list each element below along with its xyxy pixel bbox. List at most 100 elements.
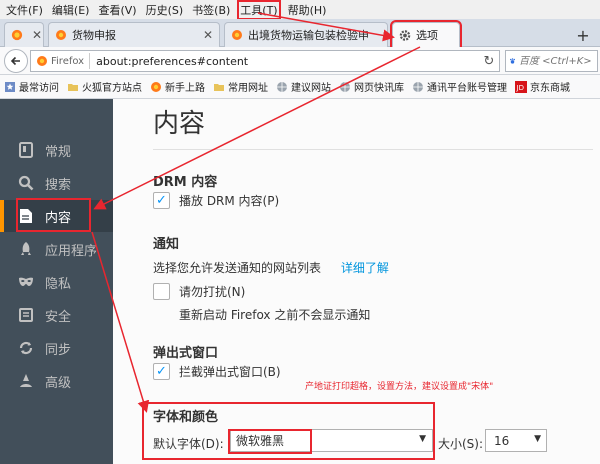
sidebar-item-general[interactable]: 常规 [0, 134, 113, 166]
tab-strip: ✕ 货物申报 ✕ 出境货物运输包装检验申 选项 + [0, 19, 600, 49]
drm-section-title: DRM 内容 [153, 175, 218, 190]
block-popups-checkbox[interactable]: ✓ [153, 363, 170, 380]
bookmark-label: 建议网站 [291, 83, 331, 94]
bookmark-jd[interactable]: JD 京东商城 [515, 79, 570, 94]
bookmark-label: 常用网址 [228, 83, 268, 94]
drm-checkbox[interactable]: ✓ [153, 192, 170, 209]
tab-label: 出境货物运输包装检验申 [248, 29, 369, 42]
do-not-disturb-label[interactable]: 请勿打扰(N) [179, 283, 245, 300]
security-icon [18, 307, 34, 323]
bookmark-web-slice[interactable]: 网页快讯库 [339, 79, 404, 94]
gear-icon [399, 29, 411, 41]
popups-section-title: 弹出式窗口 [153, 346, 219, 361]
tab-cargo-declaration[interactable]: 货物申报 ✕ [48, 22, 220, 47]
annotation-box-content-item [16, 198, 91, 232]
bookmark-label: 最常访问 [19, 83, 59, 94]
font-size-select[interactable]: 16 ▼ [485, 429, 547, 452]
annotation-note: 产地证打印超格，设置方法，建议设置成"宋体" [305, 382, 494, 392]
firefox-logo-icon [11, 29, 23, 41]
sidebar-item-label: 常规 [45, 144, 72, 160]
bookmark-label: 新手上路 [165, 83, 205, 94]
sidebar-item-privacy[interactable]: 隐私 [0, 266, 113, 298]
bookmark-account-management[interactable]: 通讯平台账号管理 [412, 79, 507, 94]
bookmark-firefox-official[interactable]: 火狐官方站点 [67, 79, 142, 94]
drm-checkbox-label[interactable]: 播放 DRM 内容(P) [179, 192, 279, 209]
svg-text:JD: JD [516, 84, 524, 92]
bookmark-most-visited[interactable]: 最常访问 [4, 79, 59, 94]
notifications-description-text: 选择您允许发送通知的网站列表 [153, 261, 322, 275]
sidebar-item-applications[interactable]: 应用程序 [0, 233, 113, 265]
tab-label: 选项 [416, 29, 438, 42]
menu-bookmarks[interactable]: 书签(B) [192, 2, 230, 18]
font-size-label: 大小(S): [438, 437, 484, 451]
reload-icon[interactable]: ↻ [479, 54, 499, 69]
sidebar-item-label: 安全 [45, 309, 72, 325]
do-not-disturb-checkbox[interactable] [153, 283, 170, 300]
restart-notice: 重新启动 Firefox 之前不会显示通知 [179, 308, 371, 322]
notifications-section-title: 通知 [153, 237, 180, 252]
learn-more-link[interactable]: 详细了解 [341, 261, 389, 275]
advanced-icon [18, 373, 34, 389]
tab-firefox-home[interactable]: ✕ [4, 22, 44, 47]
bookmark-label: 火狐官方站点 [82, 83, 142, 94]
bookmark-getting-started[interactable]: 新手上路 [150, 79, 205, 94]
close-icon[interactable]: ✕ [28, 28, 42, 42]
dropdown-arrow-icon: ▼ [534, 434, 541, 444]
sync-icon [18, 340, 34, 356]
sidebar-item-label: 高级 [45, 375, 72, 391]
url-bar[interactable]: Firefox about:preferences#content ↻ [30, 50, 500, 72]
menu-file[interactable]: 文件(F) [6, 2, 43, 18]
sidebar-item-label: 同步 [45, 342, 72, 358]
nav-bar: Firefox about:preferences#content ↻ [0, 47, 600, 75]
search-bar[interactable] [505, 50, 598, 72]
drm-checkbox-row[interactable]: ✓ 播放 DRM 内容(P) [153, 192, 279, 209]
tab-options[interactable]: 选项 [390, 20, 462, 49]
bookmark-label: 京东商城 [530, 83, 570, 94]
block-popups-label[interactable]: 拦截弹出式窗口(B) [179, 363, 281, 380]
menu-view[interactable]: 查看(V) [98, 2, 136, 18]
globe-icon [412, 81, 424, 93]
bookmark-suggested-sites[interactable]: 建议网站 [276, 79, 331, 94]
menu-bar: 文件(F) 编辑(E) 查看(V) 历史(S) 书签(B) 工具(T) 帮助(H… [0, 0, 600, 20]
firefox-icon [55, 29, 67, 41]
sidebar-item-search[interactable]: 搜索 [0, 167, 113, 199]
sidebar-item-label: 应用程序 [45, 243, 98, 259]
sidebar-item-label: 隐私 [45, 276, 72, 292]
sidebar-item-sync[interactable]: 同步 [0, 332, 113, 364]
url-text[interactable]: about:preferences#content [90, 55, 479, 68]
folder-icon [67, 81, 79, 93]
firefox-icon [37, 56, 47, 66]
jd-icon: JD [515, 80, 527, 93]
identity-badge[interactable]: Firefox [31, 53, 91, 69]
page-title: 内容 [153, 109, 206, 139]
preferences-sidebar: 常规 搜索 内容 应用程序 隐私 安全 同步 高级 [0, 99, 113, 464]
firefox-icon [150, 81, 162, 93]
menu-help[interactable]: 帮助(H) [288, 2, 327, 18]
sidebar-item-security[interactable]: 安全 [0, 299, 113, 331]
bookmark-label: 网页快讯库 [354, 83, 404, 94]
identity-label: Firefox [51, 55, 85, 67]
search-input[interactable] [519, 55, 594, 67]
star-icon [4, 81, 16, 93]
bookmark-common-sites[interactable]: 常用网址 [213, 79, 268, 94]
search-icon [18, 175, 34, 191]
sidebar-item-advanced[interactable]: 高级 [0, 365, 113, 397]
menu-edit[interactable]: 编辑(E) [52, 2, 90, 18]
tab-packaging-inspection[interactable]: 出境货物运输包装检验申 [224, 22, 388, 47]
globe-icon [339, 81, 351, 93]
folder-icon [213, 81, 225, 93]
menu-history[interactable]: 历史(S) [146, 2, 184, 18]
close-icon[interactable]: ✕ [199, 28, 213, 42]
globe-icon [276, 81, 288, 93]
font-size-value: 16 [494, 433, 510, 448]
firefox-icon [231, 29, 243, 41]
do-not-disturb-row[interactable]: 请勿打扰(N) [153, 283, 245, 300]
bookmark-label: 通讯平台账号管理 [427, 83, 507, 94]
menu-tools[interactable]: 工具(T) [237, 0, 281, 20]
tab-label: 货物申报 [72, 29, 116, 42]
back-arrow-icon [10, 56, 20, 66]
privacy-mask-icon [18, 274, 34, 290]
block-popups-row[interactable]: ✓ 拦截弹出式窗口(B) [153, 363, 281, 380]
back-button[interactable] [4, 49, 28, 73]
new-tab-button[interactable]: + [572, 24, 594, 46]
